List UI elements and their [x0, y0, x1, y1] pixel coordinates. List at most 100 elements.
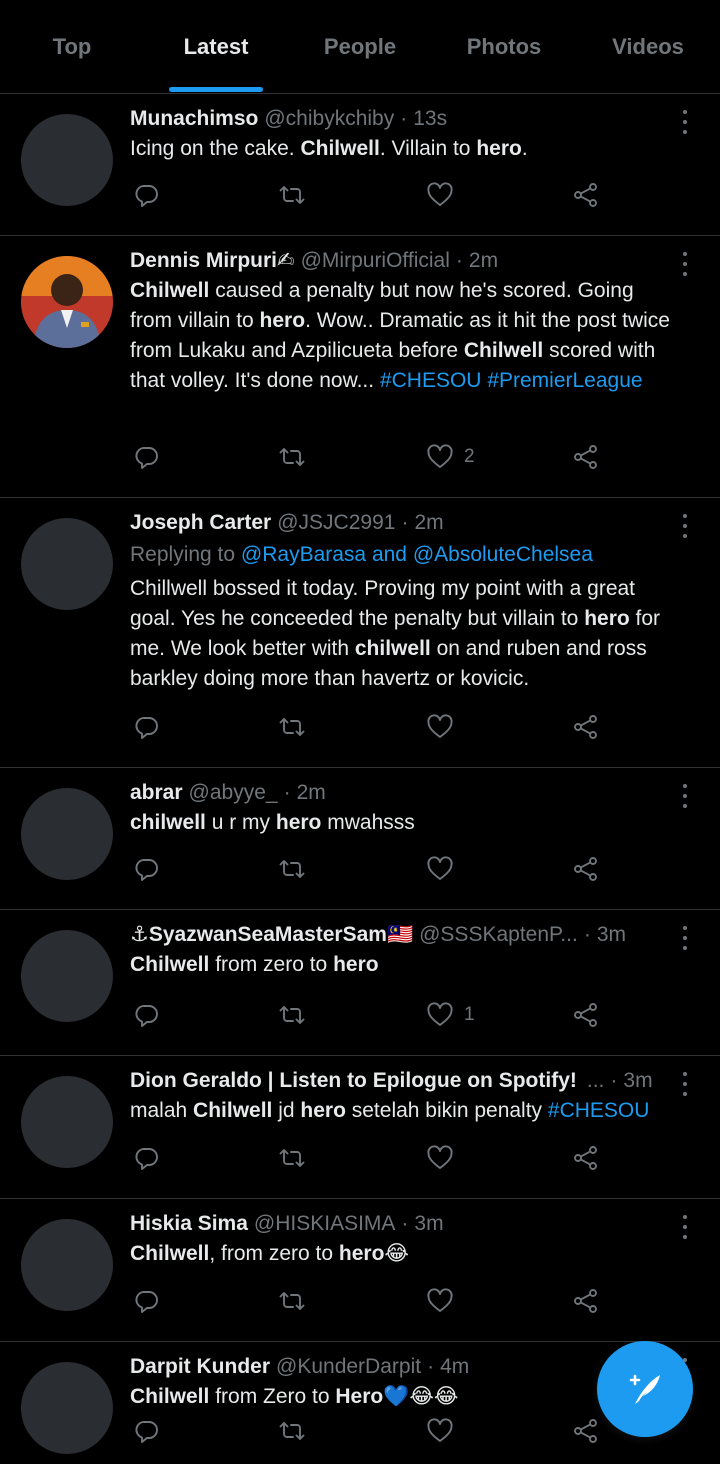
text-segment: u r my — [205, 811, 276, 834]
tweet-actions — [130, 1141, 610, 1175]
author-name[interactable]: Darpit Kunder — [130, 1352, 270, 1382]
highlighted-term: Hero — [335, 1385, 384, 1408]
tweet-timestamp[interactable]: 3m — [414, 1209, 443, 1239]
retweet-button[interactable] — [278, 1141, 306, 1175]
tab-top[interactable]: Top — [0, 0, 144, 93]
author-name[interactable]: Dion Geraldo | Listen to Epilogue on Spo… — [130, 1066, 577, 1096]
retweet-button[interactable] — [278, 852, 306, 886]
like-button[interactable] — [426, 710, 464, 744]
compose-tweet-button[interactable] — [597, 1341, 693, 1437]
more-vertical-icon[interactable] — [677, 926, 693, 950]
reply-button[interactable] — [132, 852, 160, 886]
author-name[interactable]: Dennis Mirpuri✍ — [130, 246, 295, 276]
reply-button[interactable] — [132, 440, 160, 474]
share-button[interactable] — [572, 1141, 600, 1175]
author-handle[interactable]: @SSSKaptenP... — [419, 920, 578, 950]
reply-button[interactable] — [132, 1284, 160, 1318]
text-segment: malah — [130, 1099, 194, 1122]
reply-button[interactable] — [132, 710, 160, 744]
avatar[interactable] — [21, 1219, 113, 1311]
share-button[interactable] — [572, 178, 600, 212]
share-button[interactable] — [572, 710, 600, 744]
reply-button[interactable] — [132, 1141, 160, 1175]
author-handle[interactable]: @JSJC2991 — [277, 508, 395, 538]
author-handle[interactable]: ... — [587, 1066, 605, 1096]
retweet-button[interactable] — [278, 1284, 306, 1318]
text-segment: Chillwell bossed it today. Proving my po… — [130, 577, 636, 630]
tweet-timestamp[interactable]: 2m — [469, 246, 498, 276]
like-button[interactable] — [426, 1141, 464, 1175]
author-name[interactable]: Munachimso — [130, 104, 258, 134]
text-segment: . — [521, 137, 528, 160]
tweet[interactable]: Hiskia Sima @HISKIASIMA · 3m Chilwell, from … — [0, 1199, 720, 1342]
reply-button[interactable] — [132, 998, 160, 1032]
retweet-button[interactable] — [278, 710, 306, 744]
tweet-actions — [130, 1284, 610, 1318]
share-button[interactable] — [572, 440, 600, 474]
author-handle[interactable]: @abyye_ — [189, 778, 278, 808]
reply-button[interactable] — [132, 178, 160, 212]
tab-photos[interactable]: Photos — [432, 0, 576, 93]
reply-icon — [135, 185, 158, 207]
tweet[interactable]: Joseph Carter @JSJC2991 · 2m Replying to @Ra… — [0, 498, 720, 768]
more-vertical-icon[interactable] — [677, 252, 693, 276]
tab-latest[interactable]: Latest — [144, 0, 288, 93]
avatar[interactable] — [21, 930, 113, 1022]
like-button[interactable] — [426, 178, 464, 212]
like-button[interactable]: 1 — [426, 998, 475, 1032]
author-name[interactable]: abrar — [130, 778, 183, 808]
author-handle[interactable]: @MirpuriOfficial — [301, 246, 450, 276]
author-name[interactable]: Hiskia Sima — [130, 1209, 248, 1239]
avatar[interactable] — [21, 518, 113, 610]
tweet[interactable]: ⚓SyazwanSeaMasterSam🇲🇾 @SSSKaptenP... · 3m C… — [0, 910, 720, 1056]
share-button[interactable] — [572, 1414, 600, 1448]
heart-icon — [427, 714, 453, 738]
more-vertical-icon[interactable] — [677, 514, 693, 538]
more-vertical-icon[interactable] — [677, 110, 693, 134]
hashtag-link[interactable]: #PremierLeague — [487, 369, 642, 392]
more-vertical-icon[interactable] — [677, 784, 693, 808]
author-name[interactable]: Joseph Carter — [130, 508, 271, 538]
share-icon — [574, 1146, 597, 1170]
avatar[interactable] — [21, 1362, 113, 1454]
like-button[interactable] — [426, 1284, 464, 1318]
hashtag-link[interactable]: #CHESOU — [380, 369, 482, 392]
tweet-timestamp[interactable]: 3m — [597, 920, 626, 950]
avatar[interactable] — [21, 788, 113, 880]
retweet-button[interactable] — [278, 178, 306, 212]
author-name[interactable]: ⚓SyazwanSeaMasterSam🇲🇾 — [130, 920, 413, 950]
reply-button[interactable] — [132, 1414, 160, 1448]
more-vertical-icon[interactable] — [677, 1215, 693, 1239]
avatar[interactable] — [21, 256, 113, 348]
tab-videos[interactable]: Videos — [576, 0, 720, 93]
avatar[interactable] — [21, 1076, 113, 1168]
like-button[interactable]: 2 — [426, 440, 475, 474]
tweet-feed: Munachimso @chibykchiby · 13s Icing on the c… — [0, 94, 720, 1464]
tweet-timestamp[interactable]: 13s — [413, 104, 447, 134]
share-button[interactable] — [572, 852, 600, 886]
author-handle[interactable]: @HISKIASIMA — [254, 1209, 396, 1239]
retweet-button[interactable] — [278, 440, 306, 474]
author-handle[interactable]: @KunderDarpit — [276, 1352, 421, 1382]
tweet-timestamp[interactable]: 2m — [414, 508, 443, 538]
tweet[interactable]: Dennis Mirpuri✍ @MirpuriOfficial · 2m Chilwe… — [0, 236, 720, 498]
like-button[interactable] — [426, 1414, 464, 1448]
tweet-timestamp[interactable]: 4m — [440, 1352, 469, 1382]
retweet-button[interactable] — [278, 998, 306, 1032]
like-button[interactable] — [426, 852, 464, 886]
tweet-timestamp[interactable]: 2m — [297, 778, 326, 808]
tweet-timestamp[interactable]: 3m — [623, 1066, 652, 1096]
replying-to-users[interactable]: @RayBarasa and @AbsoluteChelsea — [241, 543, 593, 566]
tweet[interactable]: Munachimso @chibykchiby · 13s Icing on the c… — [0, 94, 720, 236]
share-button[interactable] — [572, 1284, 600, 1318]
more-vertical-icon[interactable] — [677, 1072, 693, 1096]
tweet[interactable]: abrar @abyye_ · 2m chilwell u r my hero mwah… — [0, 768, 720, 910]
tweet-header: Dion Geraldo | Listen to Epilogue on Spo… — [130, 1066, 680, 1096]
share-button[interactable] — [572, 998, 600, 1032]
author-handle[interactable]: @chibykchiby — [264, 104, 394, 134]
hashtag-link[interactable]: #CHESOU — [548, 1099, 650, 1122]
retweet-button[interactable] — [278, 1414, 306, 1448]
avatar[interactable] — [21, 114, 113, 206]
tab-people[interactable]: People — [288, 0, 432, 93]
tweet[interactable]: Dion Geraldo | Listen to Epilogue on Spo… — [0, 1056, 720, 1199]
